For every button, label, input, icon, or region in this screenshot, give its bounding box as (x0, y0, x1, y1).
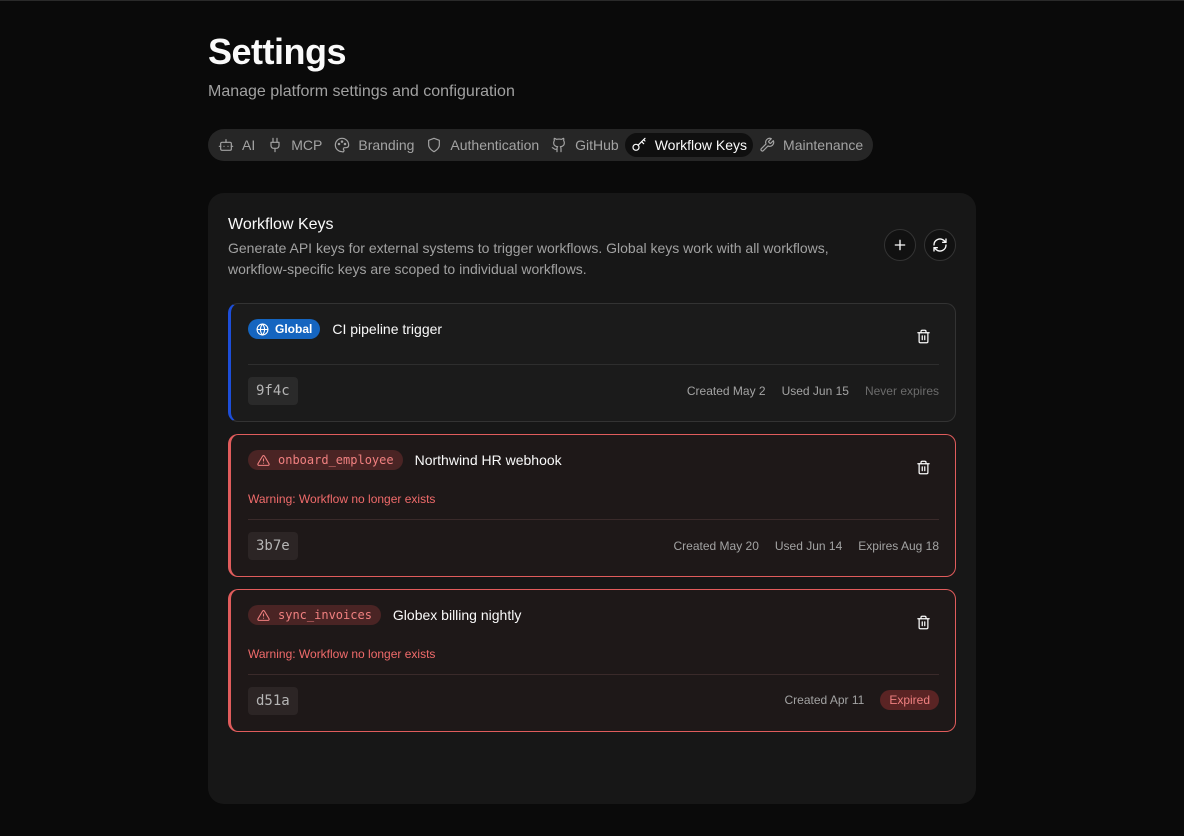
tab-label: Authentication (450, 137, 540, 153)
key-suffix: 3b7e (248, 532, 298, 560)
scope-label: onboard_employee (278, 453, 394, 467)
key-name: Globex billing nightly (392, 607, 522, 623)
panel-title: Workflow Keys (228, 216, 334, 233)
key-card-header: sync_invoices Globex billing nightly (248, 605, 521, 625)
card-divider (248, 364, 939, 365)
tab-authentication[interactable]: Authentication (420, 133, 545, 157)
expiry: Never expires (864, 384, 939, 398)
key-card: Global CI pipeline trigger 9f4c Created … (228, 303, 956, 422)
key-meta: Created May 20 Used Jun 14 Expires Aug 1… (674, 539, 940, 553)
tab-github[interactable]: GitHub (545, 133, 625, 157)
expiry: Expires Aug 18 (858, 539, 939, 553)
bot-icon (218, 139, 234, 151)
github-icon (551, 137, 566, 153)
tab-workflow-keys[interactable]: Workflow Keys (624, 133, 754, 157)
refresh-button[interactable] (924, 229, 956, 261)
tab-maintenance[interactable]: Maintenance (753, 133, 869, 157)
tab-branding[interactable]: Branding (328, 133, 420, 157)
delete-key-button[interactable] (913, 326, 933, 346)
tab-label: GitHub (575, 137, 619, 153)
tab-label: MCP (291, 137, 323, 153)
plus-icon (894, 239, 906, 251)
workflow-warning: Warning: Workflow no longer exists (248, 647, 436, 661)
palette-icon (335, 137, 350, 153)
workflow-badge: sync_invoices (248, 605, 381, 625)
created-date: Created May 20 (673, 539, 759, 553)
key-icon (632, 137, 646, 151)
page-title: Settings (208, 31, 347, 72)
key-card: onboard_employee Northwind HR webhook Wa… (228, 434, 956, 577)
card-divider (248, 674, 939, 675)
alert-triangle-icon (257, 454, 270, 466)
key-suffix: d51a (248, 687, 298, 715)
add-key-button[interactable] (884, 229, 916, 261)
last-used: Used Jun 15 (781, 384, 849, 398)
trash-icon (916, 460, 930, 474)
tab-ai[interactable]: AI (212, 133, 261, 157)
last-used: Used Jun 14 (774, 539, 843, 553)
tab-mcp[interactable]: MCP (261, 133, 328, 157)
plug-icon (270, 137, 280, 153)
scope-label: Global (275, 322, 313, 336)
trash-icon (916, 615, 930, 629)
tab-label: Maintenance (783, 137, 864, 153)
key-card-header: onboard_employee Northwind HR webhook (248, 450, 562, 470)
key-name: CI pipeline trigger (332, 321, 443, 337)
panel-description: Generate API keys for external systems t… (228, 240, 829, 277)
created-date: Created Apr 11 (784, 693, 865, 707)
key-meta: Created Apr 11 Expired (784, 690, 939, 710)
wrench-icon (760, 137, 775, 152)
settings-tabs: AI MCP Branding Authentication GitHub Wo… (208, 129, 874, 161)
scope-label: sync_invoices (278, 608, 372, 622)
globe-icon (256, 322, 269, 336)
refresh-icon (933, 238, 947, 252)
created-date: Created May 2 (686, 384, 766, 398)
tab-label: Branding (358, 137, 415, 153)
page-header: Settings Manage platform settings and co… (208, 32, 976, 102)
card-divider (248, 519, 939, 520)
shield-icon (428, 137, 441, 153)
page-subtitle: Manage platform settings and configurati… (208, 83, 515, 100)
key-card-header: Global CI pipeline trigger (248, 319, 442, 339)
workflow-warning: Warning: Workflow no longer exists (248, 492, 436, 506)
alert-triangle-icon (257, 609, 270, 621)
tab-label: AI (242, 137, 256, 153)
workflow-badge: onboard_employee (248, 450, 403, 470)
expired-badge: Expired (880, 690, 939, 710)
workflow-keys-panel: Workflow Keys Generate API keys for exte… (208, 193, 976, 804)
tab-label: Workflow Keys (654, 137, 748, 153)
key-card: sync_invoices Globex billing nightly War… (228, 589, 956, 732)
trash-icon (916, 329, 930, 343)
top-border (0, 0, 1184, 1)
delete-key-button[interactable] (913, 612, 933, 632)
delete-key-button[interactable] (913, 457, 933, 477)
key-suffix: 9f4c (248, 377, 298, 405)
key-meta: Created May 2 Used Jun 15 Never expires (687, 384, 939, 398)
global-badge: Global (248, 319, 321, 339)
key-name: Northwind HR webhook (414, 452, 562, 468)
